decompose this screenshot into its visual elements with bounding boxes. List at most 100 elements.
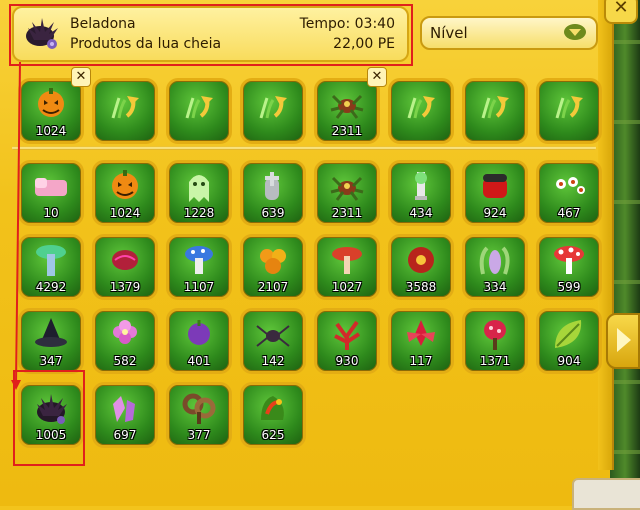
inventory-item-slot[interactable]: 625: [240, 382, 306, 448]
belladonna-icon: [26, 18, 58, 49]
inventory-item-slot[interactable]: 401: [166, 308, 232, 374]
tree-icon: [31, 243, 71, 277]
plant-name: Beladona: [70, 16, 136, 32]
spider-icon: [253, 317, 293, 351]
remove-icon[interactable]: ✕: [367, 67, 387, 87]
inventory-item-slot[interactable]: 434: [388, 160, 454, 226]
inventory-item-slot[interactable]: 347: [18, 308, 84, 374]
pink-flower-icon: [105, 317, 145, 351]
selected-plant-slot[interactable]: [166, 78, 232, 144]
inventory-item-slot[interactable]: 1107: [166, 234, 232, 300]
item-count: 2107: [257, 280, 289, 294]
inventory-item-slot[interactable]: 467: [536, 160, 602, 226]
spider-plant-icon: [327, 169, 367, 203]
brain-icon: [105, 243, 145, 277]
inventory-item-slot[interactable]: 4292: [18, 234, 84, 300]
corner-widget[interactable]: [572, 478, 640, 510]
selected-plant-slot[interactable]: [462, 78, 528, 144]
item-count: 3588: [405, 280, 437, 294]
red-blossom-icon: [401, 243, 441, 277]
pumpkin-icon: [105, 169, 145, 203]
inventory-item-slot[interactable]: 639: [240, 160, 306, 226]
time-label: Tempo: 03:40: [299, 16, 395, 32]
inventory-item-slot[interactable]: 697: [92, 382, 158, 448]
fire-leaf-icon: [253, 391, 293, 425]
plant-info-box: Beladona Produtos da lua cheia Tempo: 03…: [12, 6, 409, 62]
pitcher-plant-icon: [475, 243, 515, 277]
empty-plant-icon: [401, 91, 441, 125]
background-scenery: [610, 0, 640, 506]
item-count: 1379: [109, 280, 141, 294]
empty-plant-icon: [475, 91, 515, 125]
pumpkin-icon: [31, 87, 71, 121]
item-count: 142: [261, 354, 285, 368]
inventory-item-slot[interactable]: 10: [18, 160, 84, 226]
item-count: 1005: [35, 428, 67, 442]
item-count: 697: [113, 428, 137, 442]
item-count: 1027: [331, 280, 363, 294]
remove-icon[interactable]: ✕: [71, 67, 91, 87]
item-count: 334: [483, 280, 507, 294]
inventory-item-slot[interactable]: 1379: [92, 234, 158, 300]
inventory-item-slot[interactable]: 142: [240, 308, 306, 374]
item-count: 1371: [479, 354, 511, 368]
inventory-item-slot[interactable]: 1027: [314, 234, 380, 300]
level-dropdown[interactable]: Nível: [420, 16, 598, 50]
inventory-item-slot[interactable]: 1228: [166, 160, 232, 226]
inventory-item-slot[interactable]: 924: [462, 160, 528, 226]
selected-plant-slot[interactable]: 1024 ✕: [18, 67, 91, 144]
item-count: 1107: [183, 280, 215, 294]
item-count: 924: [483, 206, 507, 220]
item-count: 2311: [331, 206, 363, 220]
selected-plant-slot[interactable]: 2311 ✕: [314, 67, 387, 144]
item-count: 625: [261, 428, 285, 442]
product-label: Produtos da lua cheia: [70, 36, 222, 52]
tombstone-icon: [253, 169, 293, 203]
item-count: 10: [43, 206, 59, 220]
inventory-item-slot[interactable]: 3588: [388, 234, 454, 300]
divider: [12, 146, 596, 150]
red-berries-icon: [475, 317, 515, 351]
spotted-mushroom-icon: [549, 243, 589, 277]
selected-plant-slot[interactable]: [240, 78, 306, 144]
empty-plant-icon: [549, 91, 589, 125]
purple-fruit-icon: [179, 317, 219, 351]
orange-flower-icon: [253, 243, 293, 277]
close-icon[interactable]: ✕: [604, 0, 638, 24]
item-count: 930: [335, 354, 359, 368]
inventory-item-slot[interactable]: 2311: [314, 160, 380, 226]
item-count: 904: [557, 354, 581, 368]
red-mushroom-icon: [327, 243, 367, 277]
inventory-item-slot[interactable]: 904: [536, 308, 602, 374]
inventory-item-slot[interactable]: 582: [92, 308, 158, 374]
red-coral-icon: [327, 317, 367, 351]
inventory-item-slot[interactable]: 1371: [462, 308, 528, 374]
inventory-item-slot[interactable]: 599: [536, 234, 602, 300]
item-count: 4292: [35, 280, 67, 294]
inventory-item-slot[interactable]: 2107: [240, 234, 306, 300]
item-count: 2311: [331, 124, 363, 138]
item-count: 467: [557, 206, 581, 220]
item-count: 401: [187, 354, 211, 368]
inventory-item-slot[interactable]: 117: [388, 308, 454, 374]
inventory-item-slot[interactable]: 334: [462, 234, 528, 300]
chevron-down-icon: [564, 24, 586, 40]
inventory-item-slot[interactable]: 377: [166, 382, 232, 448]
ghost-icon: [179, 169, 219, 203]
selected-plant-slot[interactable]: [388, 78, 454, 144]
item-count: 582: [113, 354, 137, 368]
inventory-item-slot[interactable]: 930: [314, 308, 380, 374]
eyes-icon: [549, 169, 589, 203]
next-page-arrow-icon[interactable]: [606, 313, 640, 369]
witch-hat-icon: [31, 317, 71, 351]
inventory-item-slot[interactable]: 1024: [92, 160, 158, 226]
empty-plant-icon: [105, 91, 145, 125]
crystal-icon: [105, 391, 145, 425]
blue-mushroom-icon: [179, 243, 219, 277]
selected-plant-slot[interactable]: [92, 78, 158, 144]
inventory-item-slot[interactable]: 1005: [18, 382, 84, 448]
item-count: 1228: [183, 206, 215, 220]
selected-plant-slot[interactable]: [536, 78, 602, 144]
level-dropdown-label: Nível: [430, 24, 468, 42]
item-count: 117: [409, 354, 433, 368]
